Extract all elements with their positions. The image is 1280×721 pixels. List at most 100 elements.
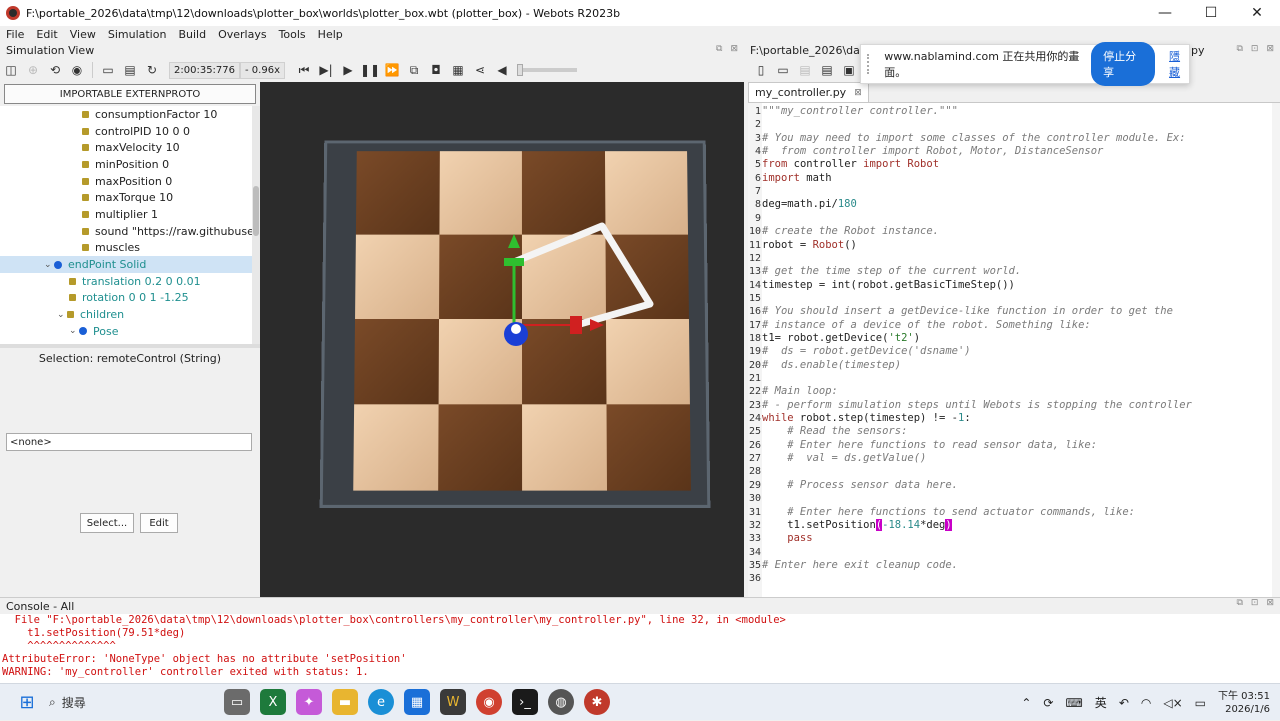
open-folder-icon[interactable]: ▭ — [97, 60, 119, 80]
float-console-icon[interactable]: ⧉ — [1236, 598, 1242, 608]
clock[interactable]: 下午 03:51 2026/1/6 — [1218, 690, 1270, 716]
step-icon[interactable]: ▶| — [315, 60, 337, 80]
tree-row[interactable]: maxPosition 0 — [0, 173, 256, 190]
menu-simulation[interactable]: Simulation — [102, 28, 173, 41]
select-button[interactable]: Select... — [80, 513, 134, 533]
maximize-console-icon[interactable]: ⊡ — [1251, 598, 1259, 608]
tree-row-pose[interactable]: ⌄ Pose — [0, 323, 256, 340]
keyboard-icon[interactable]: ⌨ — [1065, 696, 1082, 710]
save-all-icon[interactable]: ▣ — [838, 60, 860, 80]
code-line[interactable]: 1"""my_controller controller.""" — [748, 105, 958, 118]
float-editor-icon[interactable]: ⧉ — [1236, 44, 1242, 54]
menu-tools[interactable]: Tools — [273, 28, 312, 41]
new-file-icon[interactable]: ▯ — [750, 60, 772, 80]
code-line[interactable]: 6import math — [748, 172, 832, 185]
copilot-icon[interactable]: ✦ — [296, 689, 322, 715]
store-icon[interactable]: ▦ — [404, 689, 430, 715]
speaker-icon[interactable]: ◁× — [1163, 696, 1182, 710]
file-explorer-icon[interactable]: ▬ — [332, 689, 358, 715]
code-line[interactable]: 27 # val = ds.getValue() — [748, 452, 926, 465]
tree-scrollbar[interactable] — [252, 106, 260, 344]
close-editor-icon[interactable]: ⊠ — [1266, 44, 1274, 54]
pause-icon[interactable]: ❚❚ — [359, 60, 381, 80]
code-line[interactable]: 30 — [748, 492, 762, 505]
task-view-icon[interactable]: ▭ — [224, 689, 250, 715]
code-line[interactable]: 32 t1.setPosition(-18.14*deg) — [748, 519, 952, 532]
code-line[interactable]: 3# You may need to import some classes o… — [748, 132, 1186, 145]
menu-file[interactable]: File — [0, 28, 30, 41]
tree-row[interactable]: controlPID 10 0 0 — [0, 123, 256, 140]
share-icon[interactable]: ⋖ — [469, 60, 491, 80]
screenshot-icon[interactable]: ◘ — [425, 60, 447, 80]
tree-row[interactable]: maxVelocity 10 — [0, 139, 256, 156]
stop-sharing-button[interactable]: 停止分享 — [1091, 42, 1155, 86]
fast-forward-icon[interactable]: ⏩ — [381, 60, 403, 80]
importable-externproto-button[interactable]: IMPORTABLE EXTERNPROTO — [4, 84, 256, 104]
volume-icon[interactable]: ◀ — [491, 60, 513, 80]
tree-row[interactable]: minPosition 0 — [0, 156, 256, 173]
tree-row[interactable]: maxTorque 10 — [0, 189, 256, 206]
record-movie-icon[interactable]: ▦ — [447, 60, 469, 80]
code-line[interactable]: 26 # Enter here functions to read sensor… — [748, 439, 1097, 452]
add-node-icon[interactable]: ⊕ — [22, 60, 44, 80]
tab-close-icon[interactable]: ⊠ — [854, 88, 862, 98]
code-line[interactable]: 13# get the time step of the current wor… — [748, 265, 1021, 278]
webots-taskbar-icon[interactable]: ✱ — [584, 689, 610, 715]
code-line[interactable]: 35# Enter here exit cleanup code. — [748, 559, 958, 572]
code-line[interactable]: 16# You should insert a getDevice-like f… — [748, 305, 1173, 318]
reset-simulation-icon[interactable]: ⏮ — [293, 60, 315, 80]
terminal-icon[interactable]: ›_ — [512, 689, 538, 715]
undo-icon[interactable]: ↶ — [1119, 696, 1129, 710]
code-line[interactable]: 22# Main loop: — [748, 385, 838, 398]
code-line[interactable]: 15 — [748, 292, 762, 305]
save-icon[interactable]: ▤ — [119, 60, 141, 80]
open-file-icon[interactable]: ▭ — [772, 60, 794, 80]
save-as-icon[interactable]: ▤ — [816, 60, 838, 80]
windows-start-icon[interactable]: ⊞ — [14, 689, 40, 715]
3d-view[interactable] — [260, 82, 744, 597]
ime-indicator[interactable]: 英 — [1095, 694, 1107, 711]
close-console-icon[interactable]: ⊠ — [1266, 598, 1274, 608]
winrar-icon[interactable]: W — [440, 689, 466, 715]
taskbar-search[interactable]: ⌕ 搜尋 — [49, 688, 219, 716]
menu-overlays[interactable]: Overlays — [212, 28, 273, 41]
tray-overflow-icon[interactable]: ⌃ — [1021, 696, 1031, 710]
code-line[interactable]: 5from controller import Robot — [748, 158, 939, 171]
reload-icon[interactable]: ⟲ — [44, 60, 66, 80]
battery-icon[interactable]: ▭ — [1195, 696, 1206, 710]
code-line[interactable]: 12 — [748, 252, 762, 265]
code-line[interactable]: 23# - perform simulation steps until Web… — [748, 399, 1192, 412]
code-editor[interactable]: 1"""my_controller controller.""" 2 3# You … — [748, 102, 1280, 597]
code-line[interactable]: 7 — [748, 185, 762, 198]
code-line[interactable]: 36 — [748, 572, 762, 585]
code-line[interactable]: 21 — [748, 372, 762, 385]
code-line[interactable]: 10# create the Robot instance. — [748, 225, 939, 238]
menu-help[interactable]: Help — [312, 28, 349, 41]
minimize-button[interactable]: — — [1142, 0, 1188, 26]
maximize-button[interactable]: ☐ — [1188, 0, 1234, 26]
menu-view[interactable]: View — [64, 28, 102, 41]
code-line[interactable]: 17# instance of a device of the robot. S… — [748, 319, 1091, 332]
maximize-editor-icon[interactable]: ⊡ — [1251, 44, 1259, 54]
scrollbar-thumb[interactable] — [253, 186, 259, 236]
toggle-scene-tree-icon[interactable]: ◫ — [0, 60, 22, 80]
code-line[interactable]: 24while robot.step(timestep) != -1: — [748, 412, 971, 425]
app-icon[interactable]: ◍ — [548, 689, 574, 715]
float-panel-icon[interactable]: ⧉ — [716, 44, 722, 54]
excel-icon[interactable]: X — [260, 689, 286, 715]
code-line[interactable]: 31 # Enter here functions to send actuat… — [748, 506, 1135, 519]
fullscreen-icon[interactable]: ⧉ — [403, 60, 425, 80]
code-line[interactable]: 28 — [748, 465, 762, 478]
code-line[interactable]: 34 — [748, 546, 762, 559]
sync-icon[interactable]: ⟳ — [1043, 696, 1053, 710]
code-line[interactable]: 18t1= robot.getDevice('t2') — [748, 332, 920, 345]
view-eye-icon[interactable]: ◉ — [66, 60, 88, 80]
chevron-down-icon[interactable]: ⌄ — [69, 326, 79, 336]
edit-button[interactable]: Edit — [140, 513, 178, 533]
code-line[interactable]: 29 # Process sensor data here. — [748, 479, 958, 492]
menu-edit[interactable]: Edit — [30, 28, 63, 41]
revert-icon[interactable]: ↻ — [141, 60, 163, 80]
chevron-down-icon[interactable]: ⌄ — [44, 260, 54, 270]
code-line[interactable]: 14timestep = int(robot.getBasicTimeStep(… — [748, 279, 1015, 292]
chevron-down-icon[interactable]: ⌄ — [57, 310, 67, 320]
